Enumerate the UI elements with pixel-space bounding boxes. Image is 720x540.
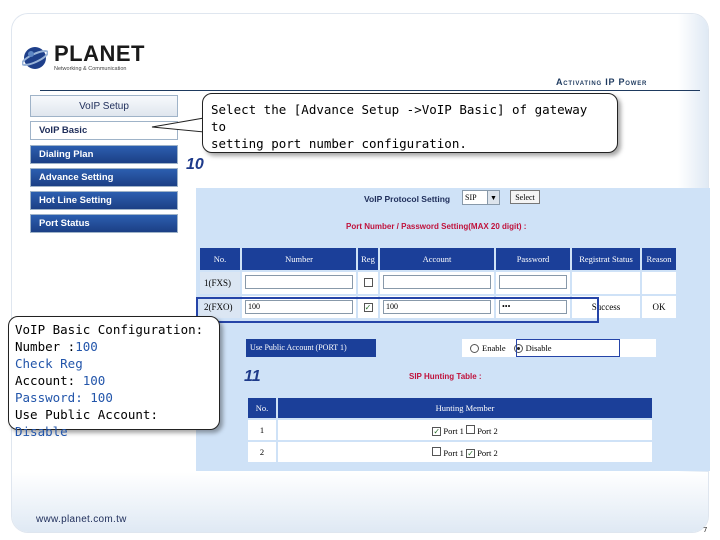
table-row: 2 Port 1 ✓ Port 2 [248,442,652,462]
row-port: 2(FXO) [200,296,240,318]
status-value: Success [572,296,640,318]
col-reason: Reason [642,248,676,270]
port2-checkbox[interactable] [466,424,476,434]
col-number: Number [242,248,356,270]
hunting-section-title: SIP Hunting Table : [409,372,482,381]
hunt-row-no: 2 [248,442,276,462]
hunting-table: No. Hunting Member 1 ✓ Port 1 Port 2 2 P… [246,396,654,464]
port-table: No. Number Reg Account Password Registra… [198,246,678,320]
port1-label: Port 1 [443,425,464,436]
config-number-value: 100 [75,339,98,354]
voip-basic-panel: VoIP Protocol Setting SIP ▼ Select Port … [196,188,710,471]
password-input[interactable] [499,275,567,289]
instruction-callout: Select the [Advance Setup ->VoIP Basic] … [202,93,618,153]
col-account: Account [380,248,494,270]
protocol-setting-label: VoIP Protocol Setting [364,194,451,204]
step-number-10: 10 [186,156,204,173]
config-password-label: Password: [15,390,83,405]
col-no: No. [200,248,240,270]
table-row: 1 ✓ Port 1 Port 2 [248,420,652,440]
config-public-label: Use Public Account: [15,407,158,422]
port2-label: Port 2 [477,425,498,436]
password-input[interactable]: ••• [499,300,567,314]
number-input[interactable]: 100 [245,300,353,314]
reg-checkbox[interactable]: ✓ [363,303,373,312]
configuration-callout: VoIP Basic Configuration: Number :100 Ch… [8,316,220,439]
config-number-label: Number : [15,339,76,354]
reason-value: OK [642,296,676,318]
protocol-select-button[interactable]: Select [510,190,540,204]
disable-radio[interactable] [513,343,523,353]
col-hunting-member: Hunting Member [278,398,652,418]
table-row: 2(FXO) 100 ✓ 100 ••• Success OK [200,296,676,318]
port-section-title: Port Number / Password Setting(MAX 20 di… [346,222,527,231]
config-title: VoIP Basic Configuration: [15,322,204,337]
enable-label: Enable [482,343,506,353]
public-account-label: Use Public Account (PORT 1) [246,339,376,357]
chevron-down-icon: ▼ [487,191,499,204]
config-account-value: 100 [82,373,106,388]
port1-label: Port 1 [443,447,464,458]
protocol-select[interactable]: SIP ▼ [462,190,500,205]
disable-label: Disable [525,343,552,353]
config-check-reg: Check Reg [15,356,83,371]
account-input[interactable] [383,275,491,289]
page-number: 7 [703,526,708,534]
config-public-value: Disable [15,424,68,439]
port2-checkbox[interactable]: ✓ [466,448,476,458]
port1-checkbox[interactable]: ✓ [432,426,442,436]
public-account-row: Use Public Account (PORT 1) Enable Disab… [246,339,656,357]
reason-value [642,272,676,294]
table-row: 1(FXS) [200,272,676,294]
enable-radio[interactable] [470,343,479,353]
port1-checkbox[interactable] [432,446,442,456]
footer-url: www.planet.com.tw [36,514,127,525]
col-hunt-no: No. [248,398,276,418]
callout-line-2: setting port number configuration. [211,136,467,151]
col-registrat-status: Registrat Status [572,248,640,270]
account-input[interactable]: 100 [383,300,491,314]
public-account-options: Enable Disable [462,339,656,357]
hunt-row-no: 1 [248,420,276,440]
config-password-value: 100 [90,390,113,405]
port2-label: Port 2 [477,447,498,458]
row-port: 1(FXS) [200,272,240,294]
config-account-label: Account: [15,373,76,388]
callout-line-1: Select the [Advance Setup ->VoIP Basic] … [211,102,588,134]
protocol-select-value: SIP [465,193,477,202]
step-number-11: 11 [244,368,261,385]
col-password: Password [496,248,570,270]
reg-checkbox[interactable] [363,277,373,287]
number-input[interactable] [245,275,353,289]
status-value [572,272,640,294]
col-reg: Reg [358,248,378,270]
